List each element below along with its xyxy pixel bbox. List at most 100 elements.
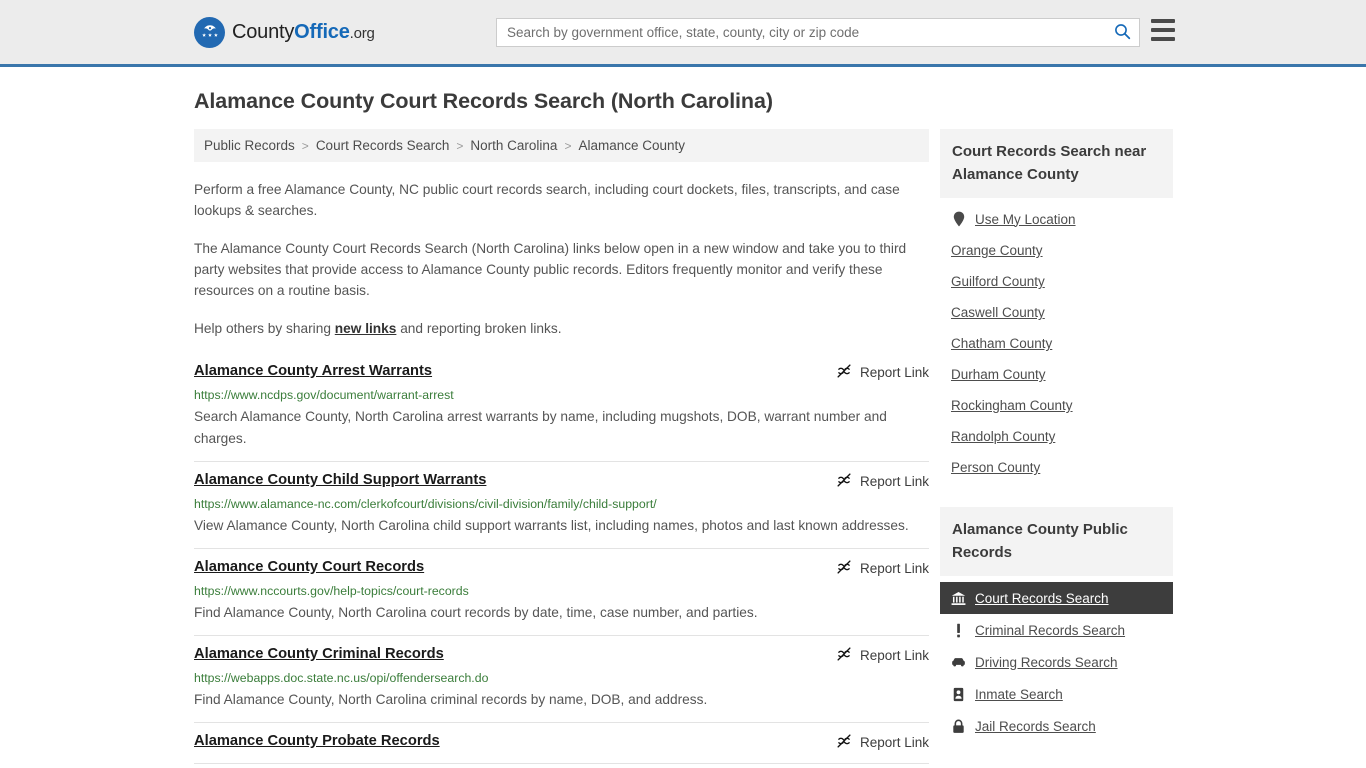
result-url[interactable]: https://www.alamance-nc.com/clerkofcourt… [194, 497, 929, 511]
eagle-stars-badge-icon [194, 16, 225, 48]
broken-link-icon [836, 559, 852, 578]
sidebar-item-court-records-search[interactable]: Court Records Search [940, 582, 1173, 614]
result-header: Alamance County Probate Records Report L… [194, 733, 929, 752]
hamburger-menu-icon[interactable] [1151, 19, 1175, 41]
use-my-location-link[interactable]: Use My Location [940, 203, 1173, 235]
sidebar-county-label: Rockingham County [951, 398, 1073, 413]
sidebar-county-label: Randolph County [951, 429, 1056, 444]
site-logo[interactable]: CountyOffice.org [194, 16, 375, 48]
sidebar-county-chatham[interactable]: Chatham County [940, 328, 1173, 359]
page-title: Alamance County Court Records Search (No… [194, 89, 773, 113]
result-header: Alamance County Criminal Records Report … [194, 646, 929, 665]
sidebar-county-rockingham[interactable]: Rockingham County [940, 390, 1173, 421]
results-list: Alamance County Arrest Warrants Report L… [194, 353, 929, 764]
sidebar-county-person[interactable]: Person County [940, 452, 1173, 483]
report-link-button[interactable]: Report Link [822, 363, 929, 382]
result-description: Search Alamance County, North Carolina a… [194, 409, 887, 446]
result-item: Alamance County Criminal Records Report … [194, 636, 929, 723]
breadcrumb-separator: > [456, 138, 464, 153]
sidebar-county-guilford[interactable]: Guilford County [940, 266, 1173, 297]
bank-building-icon [951, 590, 966, 606]
logo-text-county: County [232, 20, 295, 43]
sidebar-county-orange[interactable]: Orange County [940, 235, 1173, 266]
intro-p3-after: and reporting broken links. [396, 321, 562, 336]
search-icon [1114, 23, 1131, 43]
broken-link-icon [836, 646, 852, 665]
sidebar-item-criminal-records-search[interactable]: Criminal Records Search [940, 614, 1173, 646]
result-description: Find Alamance County, North Carolina cri… [194, 692, 708, 707]
breadcrumb: Public Records > Court Records Search > … [194, 129, 929, 162]
logo-text-office: Office [294, 20, 350, 43]
sidebar-county-label: Person County [951, 460, 1041, 475]
main-column: Public Records > Court Records Search > … [194, 129, 929, 764]
content-columns: Public Records > Court Records Search > … [194, 129, 1173, 764]
result-title-link[interactable]: Alamance County Criminal Records [194, 646, 444, 662]
report-link-label: Report Link [859, 648, 929, 663]
exclamation-icon [951, 622, 966, 638]
result-header: Alamance County Court Records Report Lin… [194, 559, 929, 578]
breadcrumb-item-north-carolina[interactable]: North Carolina [470, 138, 557, 153]
breadcrumb-separator: > [564, 138, 572, 153]
broken-link-icon [836, 472, 852, 491]
breadcrumb-item-court-records-search[interactable]: Court Records Search [316, 138, 450, 153]
sidebar-public-records-list: Court Records Search Criminal Records Se… [940, 582, 1173, 742]
intro-paragraph-2: The Alamance County Court Records Search… [194, 241, 907, 298]
result-title-link[interactable]: Alamance County Court Records [194, 559, 424, 575]
sidebar-county-durham[interactable]: Durham County [940, 359, 1173, 390]
sidebar-item-label: Driving Records Search [975, 654, 1118, 670]
broken-link-icon [836, 363, 852, 382]
sidebar-county-label: Chatham County [951, 336, 1053, 351]
report-link-button[interactable]: Report Link [822, 559, 929, 578]
search-bar [496, 18, 1140, 47]
search-button[interactable] [1105, 19, 1139, 46]
sidebar-item-inmate-search[interactable]: Inmate Search [940, 678, 1173, 710]
report-link-label: Report Link [859, 735, 929, 750]
report-link-label: Report Link [859, 365, 929, 380]
sidebar: Court Records Search near Alamance Count… [940, 129, 1173, 742]
result-title-link[interactable]: Alamance County Arrest Warrants [194, 363, 432, 379]
sidebar-county-label: Caswell County [951, 305, 1045, 320]
sidebar-item-label: Jail Records Search [975, 718, 1096, 734]
id-card-icon [951, 686, 966, 702]
result-title-link[interactable]: Alamance County Probate Records [194, 733, 440, 749]
intro-text: Perform a free Alamance County, NC publi… [194, 179, 929, 339]
sidebar-county-randolph[interactable]: Randolph County [940, 421, 1173, 452]
sidebar-nearby-list: Use My Location Orange County Guilford C… [940, 203, 1173, 483]
result-item: Alamance County Probate Records Report L… [194, 723, 929, 764]
breadcrumb-separator: > [301, 138, 309, 153]
sidebar-item-label: Criminal Records Search [975, 622, 1126, 638]
intro-paragraph-3: Help others by sharing new links and rep… [194, 318, 929, 339]
result-url[interactable]: https://www.nccourts.gov/help-topics/cou… [194, 584, 929, 598]
report-link-label: Report Link [859, 561, 929, 576]
result-description: View Alamance County, North Carolina chi… [194, 518, 909, 533]
intro-p3-before: Help others by sharing [194, 321, 335, 336]
sidebar-item-label: Inmate Search [975, 686, 1063, 702]
broken-link-icon [836, 733, 852, 752]
result-item: Alamance County Child Support Warrants R… [194, 462, 929, 549]
sidebar-county-caswell[interactable]: Caswell County [940, 297, 1173, 328]
car-icon [951, 654, 966, 670]
sidebar-item-driving-records-search[interactable]: Driving Records Search [940, 646, 1173, 678]
map-pin-icon [951, 211, 966, 227]
lock-icon [951, 718, 966, 734]
hamburger-bar [1151, 37, 1175, 41]
new-links-link[interactable]: new links [335, 321, 397, 336]
sidebar-item-jail-records-search[interactable]: Jail Records Search [940, 710, 1173, 742]
report-link-button[interactable]: Report Link [822, 646, 929, 665]
report-link-button[interactable]: Report Link [822, 472, 929, 491]
report-link-label: Report Link [859, 474, 929, 489]
sidebar-item-label: Court Records Search [975, 590, 1109, 606]
result-item: Alamance County Arrest Warrants Report L… [194, 353, 929, 462]
use-my-location-label: Use My Location [975, 211, 1076, 227]
result-description: Find Alamance County, North Carolina cou… [194, 605, 758, 620]
sidebar-nearby-title: Court Records Search near Alamance Count… [940, 129, 1173, 198]
result-title-link[interactable]: Alamance County Child Support Warrants [194, 472, 486, 488]
sidebar-public-records-section: Alamance County Public Records Court Rec… [940, 507, 1173, 742]
result-url[interactable]: https://www.ncdps.gov/document/warrant-a… [194, 388, 929, 402]
page-body: Alamance County Court Records Search (No… [0, 89, 1366, 764]
result-url[interactable]: https://webapps.doc.state.nc.us/opi/offe… [194, 671, 929, 685]
breadcrumb-item-public-records[interactable]: Public Records [204, 138, 295, 153]
report-link-button[interactable]: Report Link [822, 733, 929, 752]
search-input[interactable] [497, 19, 1105, 46]
site-logo-text: CountyOffice.org [232, 21, 375, 44]
